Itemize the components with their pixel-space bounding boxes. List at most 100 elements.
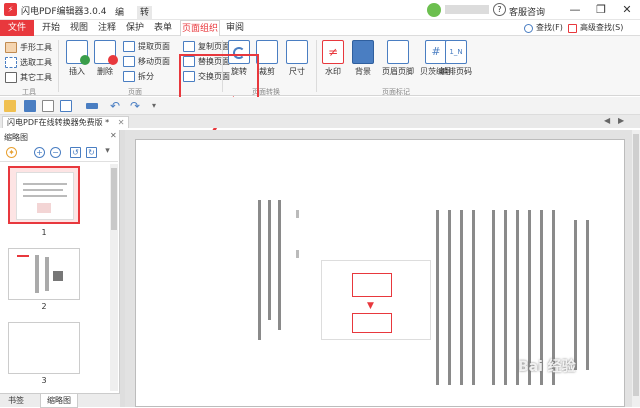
watermark-button[interactable]: ≠ 水印 (316, 40, 350, 77)
ctx-tab-convert[interactable]: 转换 (137, 6, 153, 32)
page-number-button[interactable]: 1_N 编排页码 (436, 40, 476, 77)
thumbnail-page-number: 2 (41, 302, 47, 311)
thumbnail-scrollbar-thumb[interactable] (111, 168, 117, 230)
rotate-right-icon[interactable]: ↻ (86, 147, 97, 158)
ribbon: 手形工具 选取工具 其它工具 工具 插入 删除 提取页面 移动页面 拆分 复制页… (0, 36, 640, 125)
watermark-label: 水印 (325, 67, 341, 76)
document-tab-title: 闪电PDF在线转换器免费版 * (7, 118, 110, 127)
hand-tool-button[interactable]: 手形工具 (4, 41, 52, 54)
email-icon[interactable] (60, 100, 72, 112)
advanced-search-label: 高级查找(S) (580, 23, 624, 32)
header-footer-button[interactable]: 页眉页脚 (378, 40, 418, 77)
help-label[interactable]: 客服咨询 (509, 5, 545, 18)
close-button[interactable]: ✕ (618, 1, 636, 18)
thumbnail-page-number: 1 (41, 228, 47, 237)
thumbnail-page-number: 3 (41, 376, 47, 385)
advanced-search-button[interactable]: 高级查找(S) (566, 22, 623, 35)
help-icon[interactable]: ? (493, 3, 506, 16)
thumbnail-panel-close-icon[interactable]: ✕ (110, 131, 117, 140)
delete-label: 删除 (97, 67, 113, 76)
insert-label: 插入 (69, 67, 85, 76)
tools-group-label: 工具 (22, 88, 36, 96)
page-number-label: 编排页码 (440, 67, 472, 76)
header-footer-label: 页眉页脚 (382, 67, 414, 76)
extract-page-label: 提取页面 (138, 42, 170, 51)
menu-bar: 文件 开始 视图 注释 保护 表单 页面组织 审阅 查找(F) 高级查找(S) (0, 20, 640, 36)
ctx-tab-edit[interactable]: 编辑 (112, 6, 127, 32)
save-icon[interactable] (24, 100, 36, 112)
page-number-icon: 1_N (445, 40, 467, 64)
other-tools-label: 其它工具 (20, 73, 52, 82)
menu-start[interactable]: 开始 (38, 20, 64, 36)
page-text-line (436, 210, 439, 385)
menu-form[interactable]: 表单 (150, 20, 176, 36)
crop-label: 裁剪 (259, 67, 275, 76)
search-button[interactable]: 查找(F) (522, 22, 563, 35)
figure-image-icon (352, 273, 392, 297)
thumbnail-panel-title: 缩略图 (4, 133, 28, 142)
viewer-scrollbar[interactable] (632, 130, 640, 407)
menu-page-organize[interactable]: 页面组织 (180, 20, 220, 36)
watermark-icon: ≠ (322, 40, 344, 64)
zoom-out-icon[interactable]: − (50, 147, 61, 158)
scan-icon[interactable] (86, 103, 98, 109)
customize-dropdown-icon[interactable]: ▾ (152, 100, 164, 112)
redo-icon[interactable]: ↷ (130, 100, 142, 112)
zoom-in-icon[interactable]: + (34, 147, 45, 158)
thumbnail-settings-icon[interactable]: ✦ (6, 147, 17, 158)
undo-icon[interactable]: ↶ (110, 100, 122, 112)
figure-add-icon (352, 313, 392, 333)
page-figure: ▼ (321, 260, 431, 340)
open-folder-icon[interactable] (4, 100, 16, 112)
user-avatar[interactable] (427, 3, 441, 17)
thumbnail-page-3[interactable] (8, 322, 80, 374)
thumbnail-page-1[interactable] (8, 166, 80, 224)
document-tab[interactable]: 闪电PDF在线转换器免费版 * ✕ (2, 116, 130, 128)
copy-page-icon (183, 41, 195, 52)
background-button[interactable]: 背景 (346, 40, 380, 77)
thumbnail-page-2[interactable] (8, 248, 80, 300)
split-icon (123, 71, 135, 82)
other-tools-icon (5, 72, 17, 83)
print-icon[interactable] (42, 100, 54, 112)
more-dropdown-icon[interactable]: ▾ (102, 147, 113, 158)
tab-scroll-right-icon[interactable]: ▶ (618, 116, 624, 125)
move-page-button[interactable]: 移动页面 (122, 55, 170, 68)
background-icon (352, 40, 374, 64)
split-label: 拆分 (138, 72, 154, 81)
extract-page-icon (123, 41, 135, 52)
viewer-scrollbar-thumb[interactable] (633, 134, 639, 396)
user-name-blurred (445, 5, 489, 14)
tab-bookmarks[interactable]: 书签 (2, 394, 30, 408)
delete-button[interactable]: 删除 (88, 40, 122, 77)
side-panel-tabs: 书签 缩略图 (0, 393, 120, 408)
restore-button[interactable]: ❐ (592, 1, 610, 18)
document-tab-close-icon[interactable]: ✕ (118, 118, 125, 127)
select-tool-button[interactable]: 选取工具 (4, 56, 52, 69)
tab-thumbnails[interactable]: 缩略图 (40, 394, 78, 408)
size-button[interactable]: 尺寸 (280, 40, 314, 77)
extract-page-button[interactable]: 提取页面 (122, 40, 170, 53)
header-footer-icon (387, 40, 409, 64)
thumbnail-tools: ✦ + − ↺ ↻ ▾ (0, 144, 118, 162)
page-text-line (448, 210, 451, 385)
tab-scroll-left-icon[interactable]: ◀ (604, 116, 610, 125)
menu-review[interactable]: 审阅 (222, 20, 248, 36)
split-button[interactable]: 拆分 (122, 70, 154, 83)
menu-annotate[interactable]: 注释 (94, 20, 120, 36)
page-text-line (586, 220, 589, 370)
group-separator (58, 40, 59, 92)
thumbnail-scrollbar[interactable] (110, 164, 118, 391)
menu-file[interactable]: 文件 (0, 20, 34, 36)
other-tools-button[interactable]: 其它工具 (4, 71, 52, 84)
page-text-line (492, 210, 495, 385)
search-icon (524, 24, 533, 33)
thumbnail-page-1-preview (16, 172, 74, 220)
page-text-line (258, 200, 261, 340)
rotate-left-icon[interactable]: ↺ (70, 147, 81, 158)
select-tool-label: 选取工具 (20, 58, 52, 67)
hand-tool-label: 手形工具 (20, 43, 52, 52)
menu-protect[interactable]: 保护 (122, 20, 148, 36)
minimize-button[interactable]: — (566, 1, 584, 18)
menu-view[interactable]: 视图 (66, 20, 92, 36)
